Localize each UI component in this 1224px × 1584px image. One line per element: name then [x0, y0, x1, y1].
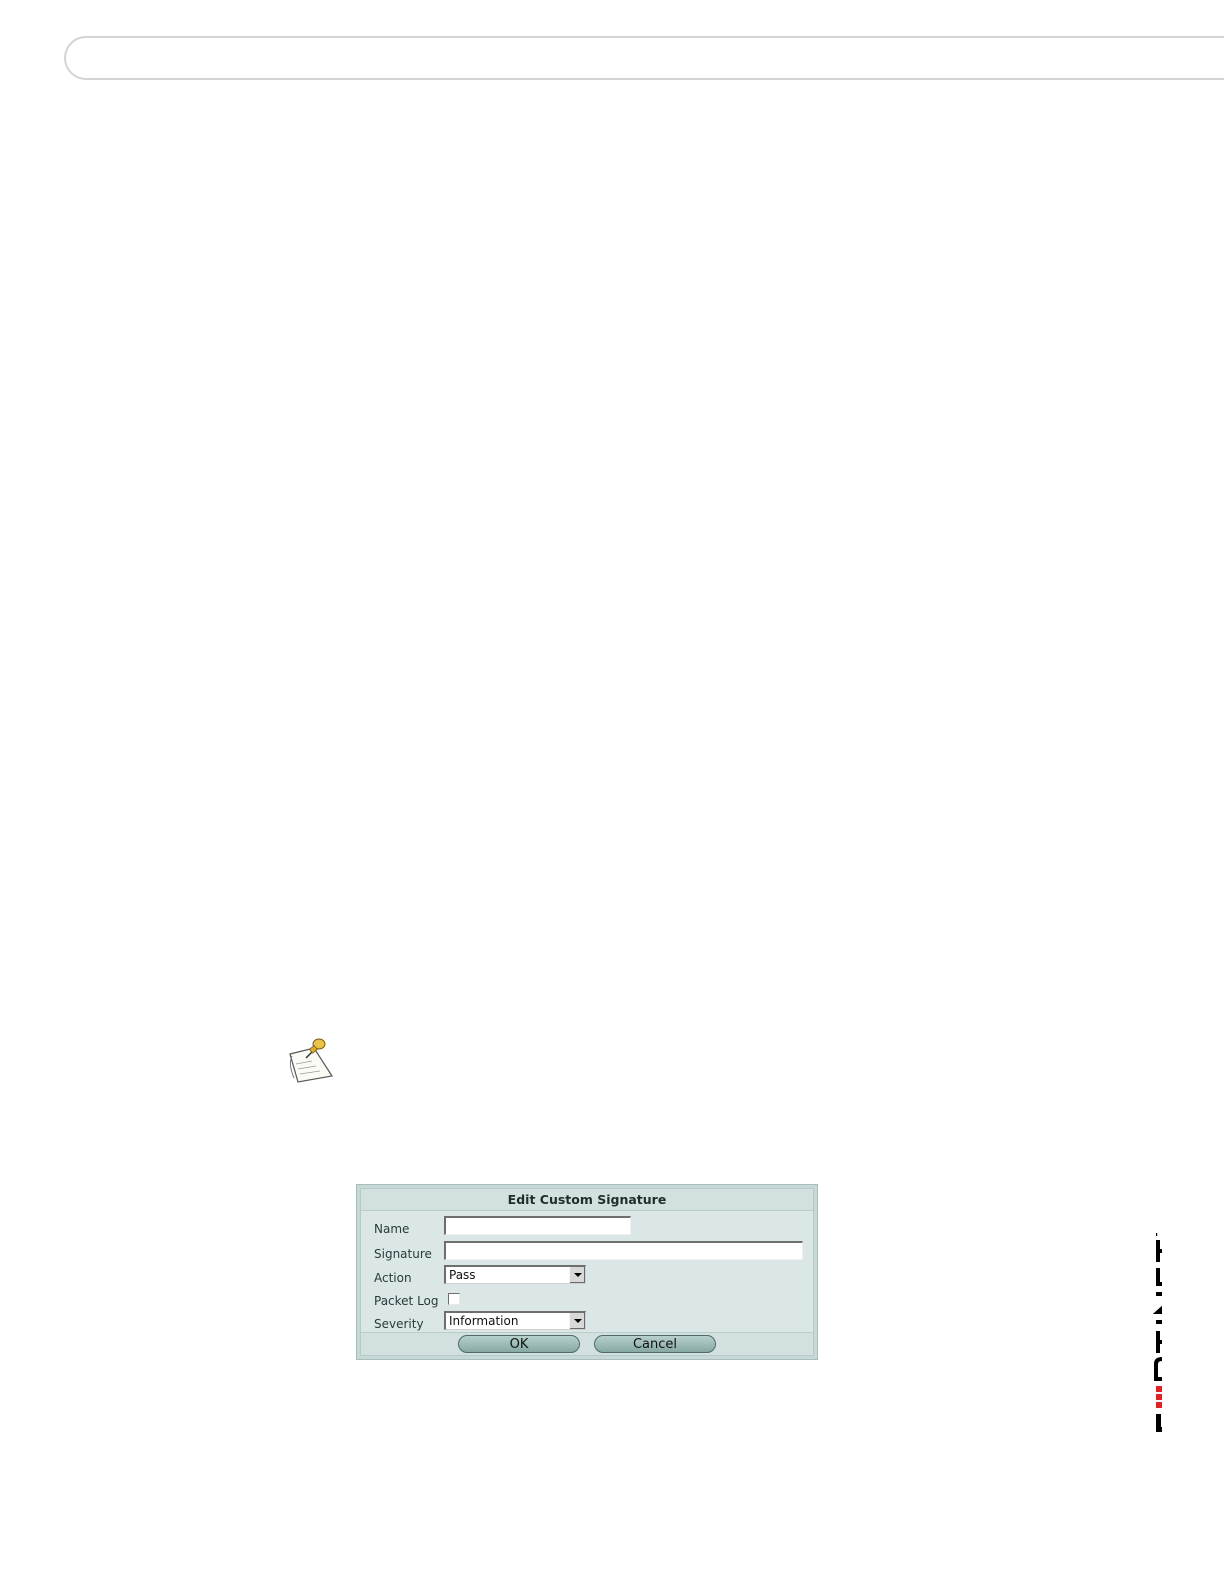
- severity-select[interactable]: Information: [444, 1311, 586, 1330]
- chevron-down-icon[interactable]: [569, 1267, 585, 1283]
- action-select-value: Pass: [449, 1268, 476, 1282]
- note-icon: [289, 1038, 333, 1083]
- ok-button[interactable]: OK: [458, 1335, 580, 1353]
- signature-input[interactable]: [444, 1241, 803, 1260]
- page-header-bar: [64, 36, 1224, 80]
- severity-label: Severity: [374, 1317, 424, 1331]
- dialog-body: Edit Custom Signature Name Signature Act…: [360, 1188, 814, 1356]
- edit-custom-signature-dialog: Edit Custom Signature Name Signature Act…: [356, 1184, 818, 1360]
- fortinet-logo: [1152, 1233, 1162, 1432]
- dialog-title: Edit Custom Signature: [361, 1189, 813, 1211]
- name-label: Name: [374, 1222, 410, 1236]
- action-label: Action: [374, 1271, 412, 1285]
- chevron-down-icon[interactable]: [569, 1313, 585, 1329]
- packet-log-label: Packet Log: [374, 1294, 439, 1308]
- action-select[interactable]: Pass: [444, 1265, 586, 1284]
- severity-select-value: Information: [449, 1314, 519, 1328]
- name-input[interactable]: [444, 1216, 631, 1235]
- dialog-button-row: OK Cancel: [361, 1332, 813, 1355]
- cancel-button[interactable]: Cancel: [594, 1335, 716, 1353]
- packet-log-checkbox[interactable]: [448, 1293, 460, 1305]
- signature-label: Signature: [374, 1247, 432, 1261]
